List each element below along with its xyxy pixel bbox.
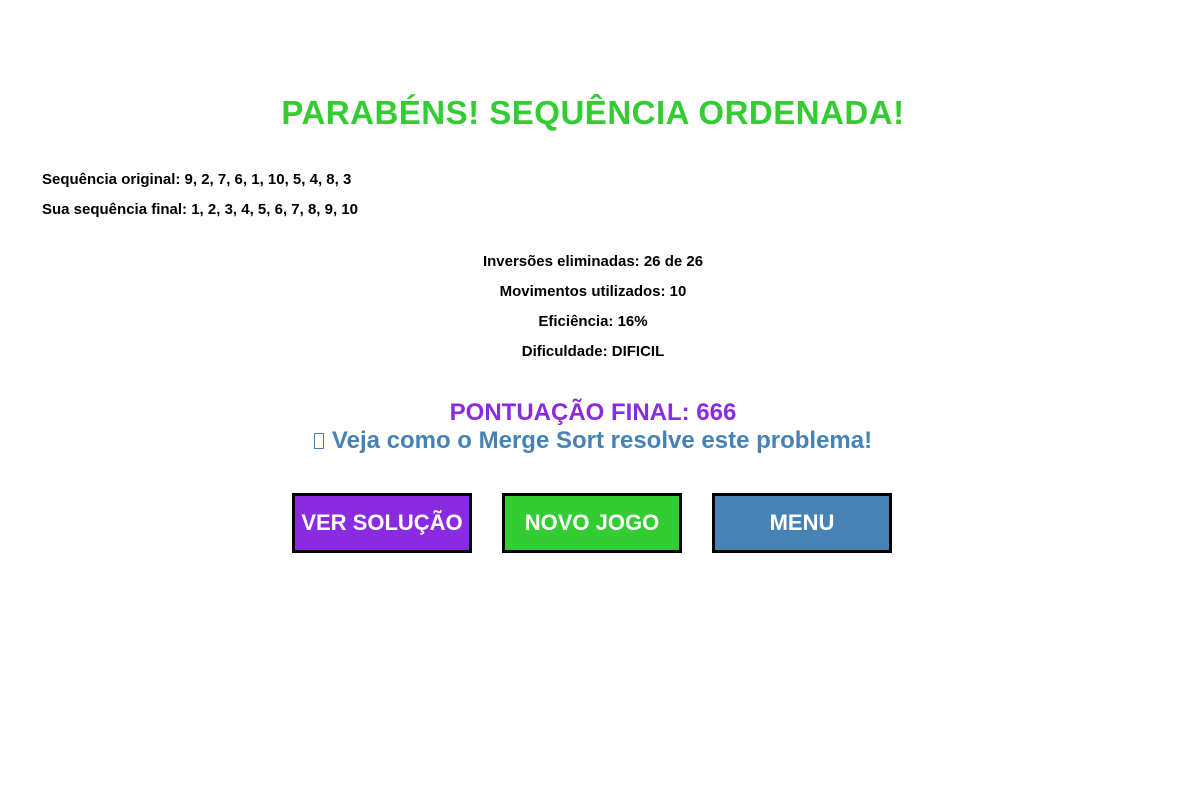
missing-glyph-icon: [313, 433, 324, 449]
final-score: PONTUAÇÃO FINAL: 666: [449, 399, 737, 426]
menu-button[interactable]: MENU: [712, 493, 892, 553]
final-sequence: Sua sequência final: 1, 2, 3, 4, 5, 6, 7…: [42, 201, 358, 218]
difficulty-stat: Dificuldade: DIFICIL: [521, 343, 665, 360]
inversions-stat: Inversões eliminadas: 26 de 26: [482, 253, 704, 270]
merge-sort-hint-text: Veja como o Merge Sort resolve este prob…: [331, 427, 873, 454]
efficiency-stat: Eficiência: 16%: [538, 313, 648, 330]
congratulations-title: PARABÉNS! SEQUÊNCIA ORDENADA!: [281, 94, 905, 131]
moves-stat: Movimentos utilizados: 10: [499, 283, 687, 300]
original-sequence: Sequência original: 9, 2, 7, 6, 1, 10, 5…: [42, 171, 352, 188]
new-game-button[interactable]: NOVO JOGO: [502, 493, 682, 553]
merge-sort-hint: Veja como o Merge Sort resolve este prob…: [0, 427, 1186, 455]
view-solution-button[interactable]: VER SOLUÇÃO: [292, 493, 472, 553]
